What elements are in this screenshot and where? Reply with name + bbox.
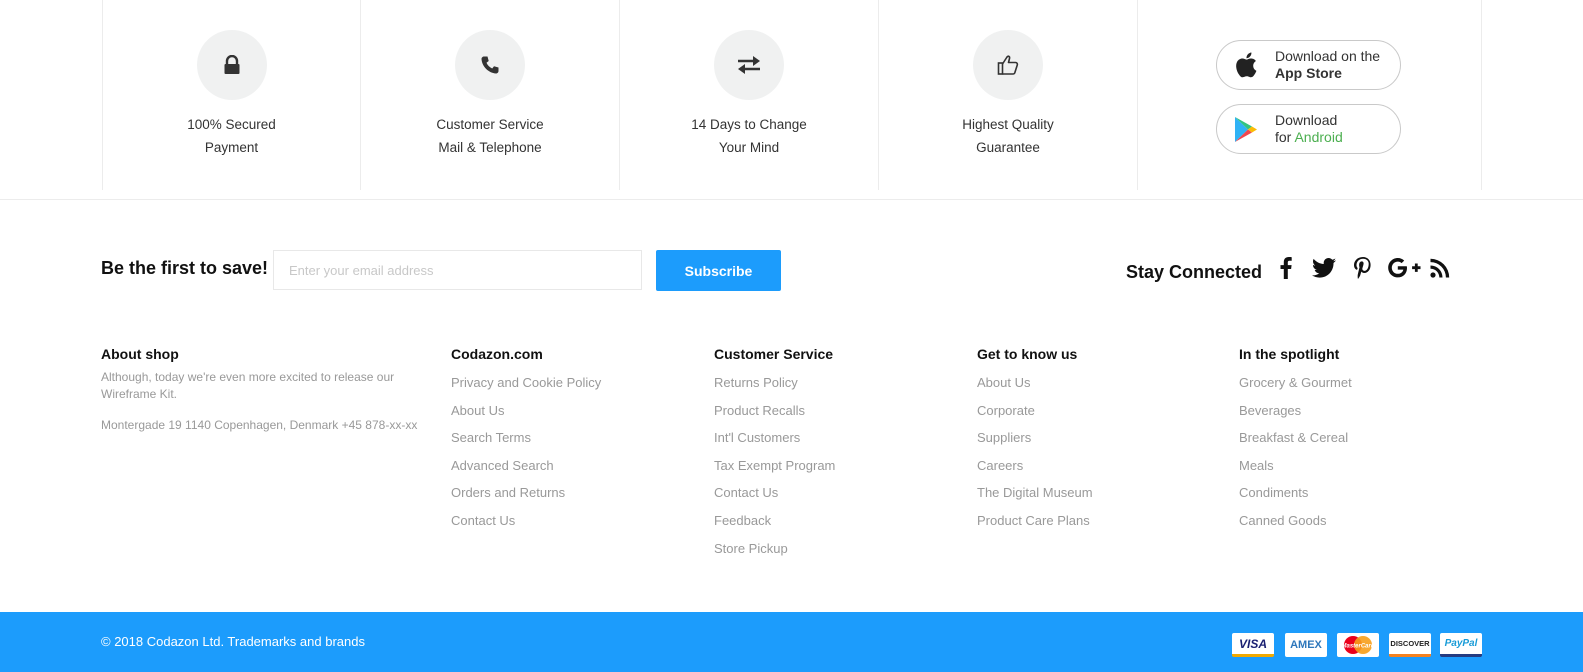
facebook-icon[interactable]: [1272, 254, 1300, 282]
footer-link[interactable]: Condiments: [1239, 479, 1352, 507]
android-line1: Download: [1275, 112, 1338, 128]
footer-link[interactable]: Contact Us: [451, 507, 601, 535]
lock-icon: [196, 30, 267, 100]
feature-highest-quality: Highest Quality Guarantee: [878, 0, 1137, 190]
footer-link[interactable]: Privacy and Cookie Policy: [451, 369, 601, 397]
footer-link[interactable]: Suppliers: [977, 424, 1093, 452]
apps-cell: [1137, 0, 1482, 190]
android-line2-highlight: Android: [1294, 129, 1343, 145]
footer-link[interactable]: Product Care Plans: [977, 507, 1093, 535]
apple-icon: [1217, 52, 1275, 78]
google-play-icon: [1217, 116, 1275, 143]
app-store-line2: App Store: [1275, 65, 1342, 81]
footer-link[interactable]: Breakfast & Cereal: [1239, 424, 1352, 452]
footer-link[interactable]: Feedback: [714, 507, 835, 535]
google-plus-icon[interactable]: [1386, 254, 1422, 282]
footer-link[interactable]: Orders and Returns: [451, 479, 601, 507]
footer-link[interactable]: Int'l Customers: [714, 424, 835, 452]
footer-link[interactable]: Store Pickup: [714, 535, 835, 563]
app-store-line1: Download on the: [1275, 48, 1381, 64]
features-row: 100% Secured Payment Customer Service Mail…: [0, 0, 1583, 200]
footer-col-codazon: Codazon.com Privacy and Cookie Policy Ab…: [451, 346, 601, 535]
footer-link[interactable]: The Digital Museum: [977, 479, 1093, 507]
visa-icon: VISA: [1232, 633, 1274, 657]
footer-link[interactable]: Returns Policy: [714, 369, 835, 397]
col-title: Codazon.com: [451, 346, 543, 362]
feature-text: 14 Days to Change Your Mind: [691, 117, 807, 155]
footer-link[interactable]: Beverages: [1239, 397, 1352, 425]
col-title: Customer Service: [714, 346, 834, 362]
col-title: About shop: [101, 346, 179, 362]
footer-link[interactable]: Corporate: [977, 397, 1093, 425]
feature-text: 100% Secured Payment: [187, 117, 276, 155]
footer-link[interactable]: Meals: [1239, 452, 1352, 480]
col-title: In the spotlight: [1239, 346, 1340, 362]
footer-link[interactable]: Tax Exempt Program: [714, 452, 835, 480]
footer-col-get-to-know-us: Get to know us About Us Corporate Suppli…: [977, 346, 1093, 535]
footer-col-spotlight: In the spotlight Grocery & Gourmet Bever…: [1239, 346, 1352, 535]
newsletter-title: Be the first to save!: [101, 258, 269, 278]
mastercard-label: MasterCard: [1341, 644, 1374, 650]
footer-bottom-bar: © 2018 Codazon Ltd. Trademarks and brand…: [0, 612, 1583, 672]
paypal-icon: PayPal: [1440, 633, 1482, 657]
footer-link[interactable]: Canned Goods: [1239, 507, 1352, 535]
footer-link[interactable]: Contact Us: [714, 479, 835, 507]
footer-col-about: About shop Although, today we're even mo…: [101, 346, 421, 434]
stay-connected-title: Stay Connected: [1126, 262, 1263, 282]
footer-link[interactable]: Careers: [977, 452, 1093, 480]
email-input[interactable]: [273, 250, 642, 290]
footer-link[interactable]: Grocery & Gourmet: [1239, 369, 1352, 397]
android-download-button[interactable]: Download for Android: [1216, 104, 1401, 154]
footer-link[interactable]: Product Recalls: [714, 397, 835, 425]
android-line2-prefix: for: [1275, 129, 1292, 145]
about-text: Although, today we're even more excited …: [101, 370, 395, 401]
exchange-icon: [714, 30, 784, 100]
thumbs-up-icon: [973, 30, 1043, 100]
phone-icon: [455, 30, 525, 100]
footer-col-customer-service: Customer Service Returns Policy Product …: [714, 346, 835, 562]
subscribe-button[interactable]: Subscribe: [656, 250, 781, 291]
feature-text: Highest Quality Guarantee: [962, 117, 1054, 155]
feature-secured-payment: 100% Secured Payment: [102, 0, 360, 190]
footer-link[interactable]: About Us: [451, 397, 601, 425]
rss-icon[interactable]: [1426, 254, 1454, 282]
footer-link[interactable]: Search Terms: [451, 424, 601, 452]
mastercard-icon: MasterCard: [1337, 633, 1379, 657]
pinterest-icon[interactable]: [1348, 254, 1376, 282]
footer-link[interactable]: About Us: [977, 369, 1093, 397]
twitter-icon[interactable]: [1310, 254, 1338, 282]
footer-link[interactable]: Advanced Search: [451, 452, 601, 480]
discover-icon: DISCOVER: [1389, 633, 1431, 657]
feature-text: Customer Service Mail & Telephone: [436, 117, 544, 155]
feature-14-days: 14 Days to Change Your Mind: [619, 0, 878, 190]
about-address: Montergade 19 1140 Copenhagen, Denmark +…: [101, 418, 418, 432]
col-title: Get to know us: [977, 346, 1078, 362]
app-store-button[interactable]: Download on the App Store: [1216, 40, 1401, 90]
feature-customer-service: Customer Service Mail & Telephone: [360, 0, 619, 190]
amex-icon: AMEX: [1285, 633, 1327, 657]
copyright-text: © 2018 Codazon Ltd. Trademarks and brand…: [101, 634, 365, 649]
